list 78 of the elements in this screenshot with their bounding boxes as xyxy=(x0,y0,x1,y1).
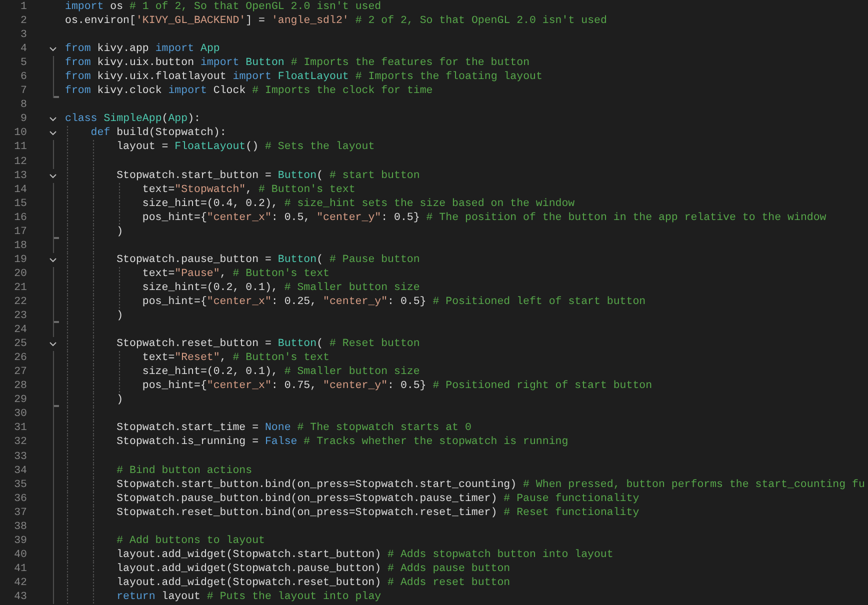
code-line: import os # 1 of 2, So that OpenGL 2.0 isn't used xyxy=(65,0,382,14)
code-line: Stopwatch.start_time = None # The stopwatch starts at 0 xyxy=(65,421,472,436)
code-line: layout.add_widget(Stopwatch.reset_button) # Adds reset button xyxy=(65,576,510,590)
code-line: pos_hint={"center_x": 0.75, "center_y": 0.5} # Positioned right of start button xyxy=(65,379,652,394)
line-number: 41 xyxy=(13,562,27,576)
line-number: 5 xyxy=(20,56,27,70)
line-number: 35 xyxy=(13,478,27,492)
line-number: 39 xyxy=(13,534,27,548)
line-number: 26 xyxy=(13,351,27,366)
code-line: ) xyxy=(65,393,124,408)
line-number: 22 xyxy=(13,294,27,310)
line-number: 27 xyxy=(13,365,27,380)
line-number: 4 xyxy=(20,42,27,56)
line-number: 3 xyxy=(20,28,27,42)
code-line: from kivy.uix.floatlayout import FloatLayout # Imports the floating layout xyxy=(65,70,542,84)
line-number: 34 xyxy=(13,464,27,478)
code-line: Stopwatch.pause_button.bind(on_press=Stopwatch.pause_timer) # Pause functionality xyxy=(65,492,640,506)
code-line: def build(Stopwatch): xyxy=(65,126,226,140)
code-line: ) xyxy=(65,224,124,239)
line-number: 9 xyxy=(20,112,27,126)
code-line: size_hint=(0.4, 0.2), # size_hint sets the size based on the window xyxy=(65,196,575,211)
code-line: class SimpleApp(App): xyxy=(65,112,200,126)
line-number: 42 xyxy=(13,576,27,590)
line-number: 23 xyxy=(13,309,27,324)
code-line: from kivy.clock import Clock # Imports the clock for time xyxy=(65,84,433,98)
line-number: 13 xyxy=(13,168,27,183)
code-line: pos_hint={"center_x": 0.5, "center_y": 0.5} # The position of the button in the app relative to the window xyxy=(65,210,826,225)
line-number: 8 xyxy=(20,98,27,112)
code-line: text="Pause", # Button's text xyxy=(65,266,330,281)
code-line: ) xyxy=(65,309,124,324)
code-line: return layout # Puts the layout into play xyxy=(65,590,382,604)
code-line: Stopwatch.start_button = Button( # start button xyxy=(65,168,420,183)
line-number: 20 xyxy=(13,266,27,281)
line-number: 36 xyxy=(13,492,27,506)
line-number: 37 xyxy=(13,506,27,520)
code-line: # Add buttons to layout xyxy=(65,534,265,548)
line-number: 15 xyxy=(13,196,27,211)
code-line: from kivy.uix.button import Button # Imports the features for the button xyxy=(65,56,530,70)
line-number: 21 xyxy=(13,280,27,295)
line-number: 31 xyxy=(13,421,27,436)
code-line: size_hint=(0.2, 0.1), # Smaller button size xyxy=(65,280,420,295)
line-number: 7 xyxy=(20,84,27,98)
code-line: Stopwatch.pause_button = Button( # Pause button xyxy=(65,252,420,267)
code-line: text="Stopwatch", # Button's text xyxy=(65,182,356,197)
line-number: 2 xyxy=(20,14,27,28)
line-number: 10 xyxy=(13,126,27,140)
line-number: 28 xyxy=(13,379,27,394)
line-number: 43 xyxy=(13,590,27,604)
line-number: 38 xyxy=(13,520,27,534)
line-number: 30 xyxy=(13,407,27,422)
code-line: pos_hint={"center_x": 0.25, "center_y": 0.5} # Positioned left of start button xyxy=(65,294,646,310)
line-number: 14 xyxy=(13,182,27,197)
line-number: 24 xyxy=(13,323,27,338)
line-number: 32 xyxy=(13,435,27,450)
line-number: 19 xyxy=(13,252,27,267)
line-number: 29 xyxy=(13,393,27,408)
code-line: Stopwatch.reset_button = Button( # Reset button xyxy=(65,337,420,352)
line-number: 25 xyxy=(13,337,27,352)
line-number: 40 xyxy=(13,548,27,562)
code-line: layout.add_widget(Stopwatch.pause_button) # Adds pause button xyxy=(65,562,510,576)
code-line: layout.add_widget(Stopwatch.start_button) # Adds stopwatch button into layout xyxy=(65,548,614,562)
code-line: size_hint=(0.2, 0.1), # Smaller button size xyxy=(65,365,420,380)
line-number: 17 xyxy=(13,224,27,239)
line-number: 12 xyxy=(13,154,27,169)
line-number: 11 xyxy=(13,140,27,155)
line-number: 1 xyxy=(20,0,27,14)
line-number: 18 xyxy=(13,238,27,253)
code-line: Stopwatch.start_button.bind(on_press=Stopwatch.start_counting) # When pressed, button performs the start_counting fu xyxy=(65,478,865,492)
code-line: Stopwatch.reset_button.bind(on_press=Stopwatch.reset_timer) # Reset functionality xyxy=(65,506,640,520)
code-line: layout = FloatLayout() # Sets the layout xyxy=(65,140,375,155)
code-line: text="Reset", # Button's text xyxy=(65,351,330,366)
code-line: Stopwatch.is_running = False # Tracks whether the stopwatch is running xyxy=(65,435,568,450)
line-number: 33 xyxy=(13,450,27,464)
line-number: 16 xyxy=(13,210,27,225)
line-number: 6 xyxy=(20,70,27,84)
code-line: os.environ['KIVY_GL_BACKEND'] = 'angle_sdl2' # 2 of 2, So that OpenGL 2.0 isn't used xyxy=(65,14,607,28)
code-line: # Bind button actions xyxy=(65,464,252,478)
code-line: from kivy.app import App xyxy=(65,42,220,56)
